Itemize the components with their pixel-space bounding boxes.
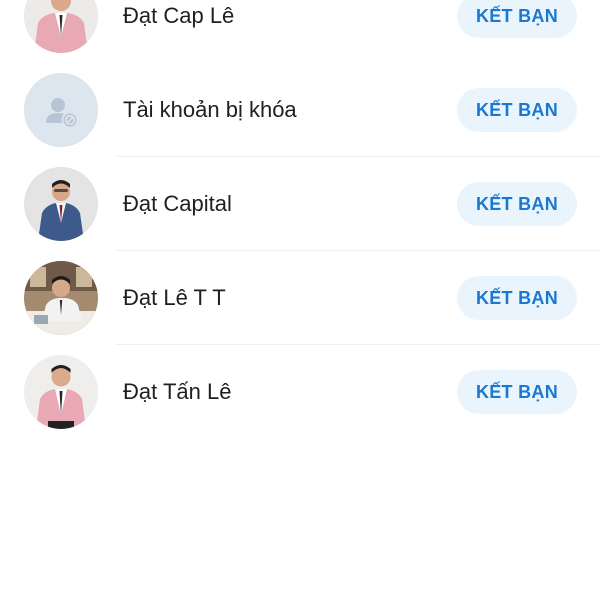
- profile-photo-icon: [24, 261, 98, 335]
- avatar[interactable]: [24, 167, 98, 241]
- avatar[interactable]: [24, 355, 98, 429]
- profile-photo-icon: [24, 0, 98, 53]
- list-item[interactable]: Tài khoản bị khóa KẾT BẠN: [0, 63, 600, 157]
- list-item[interactable]: Đạt Lê T T KẾT BẠN: [0, 251, 600, 345]
- list-item[interactable]: Đạt Capital KẾT BẠN: [0, 157, 600, 251]
- add-friend-button[interactable]: KẾT BẠN: [457, 88, 577, 132]
- locked-account-icon: [24, 73, 98, 147]
- add-friend-button[interactable]: KẾT BẠN: [457, 182, 577, 226]
- contact-name: Đạt Cap Lê: [123, 3, 235, 28]
- contact-list: Đạt Cap Lê KẾT BẠN Tài khoản bị khóa KẾT…: [0, 0, 600, 600]
- contact-name: Đạt Capital: [123, 191, 232, 216]
- add-friend-button[interactable]: KẾT BẠN: [457, 370, 577, 414]
- avatar[interactable]: [24, 0, 98, 53]
- profile-photo-icon: [24, 167, 98, 241]
- add-friend-button[interactable]: KẾT BẠN: [457, 276, 577, 320]
- contact-name: Tài khoản bị khóa: [123, 97, 297, 122]
- contact-name: Đạt Lê T T: [123, 285, 226, 310]
- list-item[interactable]: Đạt Tấn Lê KẾT BẠN: [0, 345, 600, 439]
- add-friend-button[interactable]: KẾT BẠN: [457, 0, 577, 38]
- list-item[interactable]: Đạt Cap Lê KẾT BẠN: [0, 0, 600, 63]
- avatar[interactable]: [24, 73, 98, 147]
- contact-name: Đạt Tấn Lê: [123, 379, 232, 404]
- avatar[interactable]: [24, 261, 98, 335]
- profile-photo-icon: [24, 355, 98, 429]
